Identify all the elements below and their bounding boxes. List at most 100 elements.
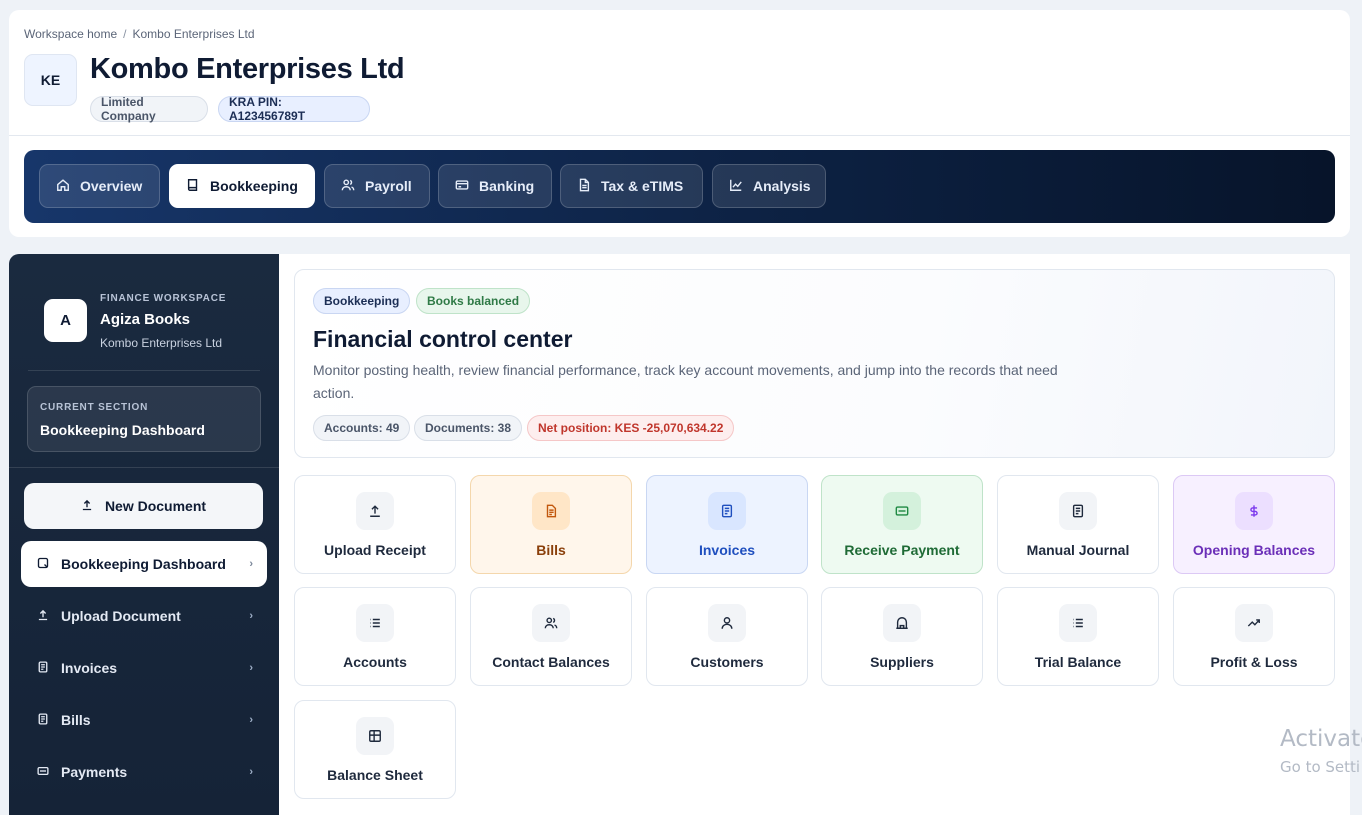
tile-opening-balances[interactable]: Opening Balances (1173, 475, 1335, 574)
home-icon (56, 178, 70, 195)
tile-upload-receipt[interactable]: Upload Receipt (294, 475, 456, 574)
watermark-line-2: Go to Setti (1280, 758, 1361, 776)
tab-analysis[interactable]: Analysis (712, 164, 826, 208)
tile-label: Profit & Loss (1210, 654, 1298, 670)
book-icon (186, 178, 200, 195)
contacts-icon (532, 604, 570, 642)
invoice-icon (37, 660, 49, 676)
document-icon (577, 178, 591, 195)
sidebar-item-upload-document[interactable]: Upload Document › (21, 593, 267, 639)
upload-icon (81, 498, 93, 514)
tile-label: Invoices (698, 542, 756, 558)
sidebar-item-label: Bills (61, 712, 91, 728)
dashboard-icon (37, 556, 49, 572)
tab-label: Analysis (753, 178, 811, 194)
sidebar-item-label: Upload Document (61, 608, 181, 624)
tile-label: Customers (690, 654, 764, 670)
tile-suppliers[interactable]: Suppliers (821, 587, 983, 686)
tile-label: Contact Balances (492, 654, 610, 670)
tab-overview[interactable]: Overview (39, 164, 160, 208)
net-position-badge: Net position: KES -25,070,634.22 (527, 415, 735, 441)
new-document-label: New Document (104, 498, 207, 514)
payment-icon (883, 492, 921, 530)
tab-bookkeeping[interactable]: Bookkeeping (169, 164, 315, 208)
card-icon (455, 178, 469, 195)
watermark-line-1: Activate (1280, 726, 1362, 752)
users-icon (341, 178, 355, 195)
workspace-logo: A (44, 299, 87, 342)
tile-label: Trial Balance (1034, 654, 1122, 670)
sidebar-item-label: Payments (61, 764, 128, 780)
chevron-right-icon: › (249, 610, 253, 622)
current-section-card: CURRENT SECTION Bookkeeping Dashboard (27, 386, 261, 452)
breadcrumb-current: Kombo Enterprises Ltd (132, 27, 255, 41)
sidebar-item-bookkeeping-dashboard[interactable]: Bookkeeping Dashboard › (21, 541, 267, 587)
new-document-button[interactable]: New Document (24, 483, 263, 529)
tile-label: Manual Journal (1026, 542, 1130, 558)
page-title: Kombo Enterprises Ltd (90, 53, 405, 85)
sidebar-item-label: Bookkeeping Dashboard (61, 556, 226, 572)
upload-icon (37, 608, 49, 624)
trend-up-icon (1235, 604, 1273, 642)
chevron-right-icon: › (249, 558, 253, 570)
tile-manual-journal[interactable]: Manual Journal (997, 475, 1159, 574)
tile-trial-balance[interactable]: Trial Balance (997, 587, 1159, 686)
tile-bills[interactable]: Bills (470, 475, 632, 574)
sidebar-item-payments[interactable]: Payments › (21, 749, 267, 795)
tab-label: Bookkeeping (210, 178, 298, 194)
bill-icon (532, 492, 570, 530)
journal-icon (1059, 492, 1097, 530)
tab-label: Overview (80, 178, 143, 194)
tile-invoices[interactable]: Invoices (646, 475, 808, 574)
chart-line-icon (729, 178, 743, 195)
documents-count-badge: Documents: 38 (414, 415, 523, 441)
breadcrumb-home-link[interactable]: Workspace home (24, 27, 117, 41)
company-header: Workspace home / Kombo Enterprises Ltd KE … (9, 10, 1350, 136)
upload-icon (356, 492, 394, 530)
tile-label: Balance Sheet (327, 767, 423, 783)
tile-customers[interactable]: Customers (646, 587, 808, 686)
company-type-badge: Limited Company (90, 95, 208, 123)
tab-tax-etims[interactable]: Tax & eTIMS (560, 164, 703, 208)
sidebar-divider (9, 467, 279, 468)
tile-label: Opening Balances (1192, 542, 1316, 558)
sidebar-item-invoices[interactable]: Invoices › (21, 645, 267, 691)
tab-label: Payroll (365, 178, 412, 194)
tile-label: Receive Payment (844, 542, 960, 558)
company-avatar: KE (24, 54, 77, 106)
tab-label: Tax & eTIMS (601, 178, 684, 194)
breadcrumb-separator: / (123, 27, 127, 41)
chevron-right-icon: › (249, 714, 253, 726)
accounts-count-badge: Accounts: 49 (313, 415, 411, 441)
bill-icon (37, 712, 49, 728)
user-icon (708, 604, 746, 642)
main-content: Bookkeeping Books balanced Financial con… (279, 254, 1362, 815)
tile-profit-loss[interactable]: Profit & Loss (1173, 587, 1335, 686)
books-status-badge: Books balanced (416, 288, 531, 314)
current-section-eyebrow: CURRENT SECTION (40, 402, 149, 413)
os-activation-watermark: Activate Go to Setti (1280, 726, 1362, 776)
tab-label: Banking (479, 178, 535, 194)
invoice-icon (708, 492, 746, 530)
tile-label: Bills (536, 542, 566, 558)
currency-icon (1235, 492, 1273, 530)
chevron-right-icon: › (249, 766, 253, 778)
tab-banking[interactable]: Banking (438, 164, 552, 208)
list-icon (356, 604, 394, 642)
tile-balance-sheet[interactable]: Balance Sheet (294, 700, 456, 799)
workspace-company: Kombo Enterprises Ltd (100, 336, 223, 350)
sidebar: A FINANCE WORKSPACE Agiza Books Kombo En… (9, 254, 279, 815)
section-badge: Bookkeeping (313, 288, 411, 314)
tile-contact-balances[interactable]: Contact Balances (470, 587, 632, 686)
sidebar-divider (28, 370, 260, 371)
hero-title: Financial control center (313, 326, 573, 352)
tile-accounts[interactable]: Accounts (294, 587, 456, 686)
breadcrumb: Workspace home / Kombo Enterprises Ltd (24, 27, 255, 41)
sidebar-item-bills[interactable]: Bills › (21, 697, 267, 743)
module-tabs: Overview Bookkeeping Payroll Banking Tax… (24, 150, 1335, 223)
tile-receive-payment[interactable]: Receive Payment (821, 475, 983, 574)
table-icon (356, 717, 394, 755)
module-nav-card: Overview Bookkeeping Payroll Banking Tax… (9, 136, 1350, 237)
tile-label: Suppliers (870, 654, 934, 670)
tab-payroll[interactable]: Payroll (324, 164, 430, 208)
